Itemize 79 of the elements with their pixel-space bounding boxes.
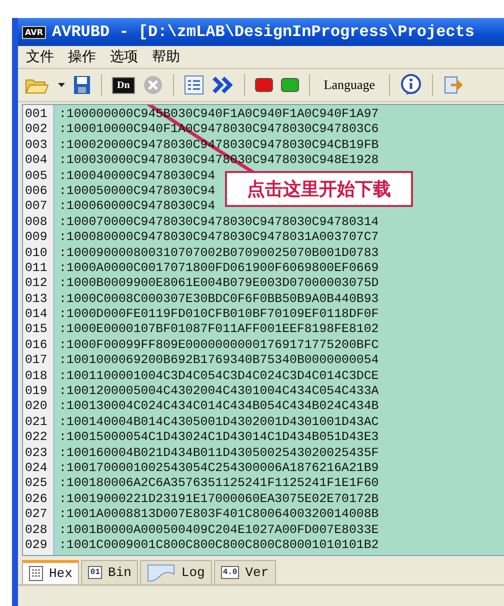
hex-line: :10019000221D23191E17000060EA3075E02E70172B bbox=[59, 492, 379, 506]
save-icon[interactable] bbox=[73, 75, 91, 95]
info-icon[interactable] bbox=[400, 74, 422, 96]
hex-line: :100140004B014C4305001D4302001D4301001D43AC bbox=[59, 414, 379, 429]
line-number: 004 bbox=[24, 153, 48, 169]
tab[interactable]: 4.0 Ver bbox=[214, 560, 276, 584]
hex-line: :100050000C9478030C94 bbox=[59, 184, 216, 198]
tab[interactable]: 01 Bin bbox=[81, 560, 138, 584]
line-number: 011 bbox=[24, 260, 48, 276]
language-button[interactable]: Language bbox=[320, 75, 380, 95]
line-number: 029 bbox=[24, 538, 48, 554]
line-number: 006 bbox=[24, 184, 48, 200]
list-icon[interactable] bbox=[184, 75, 204, 95]
hex-line: :100180006A2C6A3576351125241F1125241F1E1F60 bbox=[59, 476, 379, 490]
hex-line: :1001B0000A000500409C204E1027A00FD007E8033E bbox=[59, 522, 379, 537]
line-number: 026 bbox=[24, 492, 48, 508]
window-title: AVRUBD - [D:\zmLAB\DesignInProgress\Projects bbox=[52, 23, 474, 41]
hex-line: :1001100001004C3D4C054C3D4C024C3D4C014C3DCE bbox=[59, 368, 379, 383]
caret-icon[interactable] bbox=[58, 82, 65, 88]
line-number: 028 bbox=[24, 522, 48, 538]
line-number: 001 bbox=[24, 107, 48, 122]
menu-item[interactable]: 选项 bbox=[110, 48, 138, 66]
grid-icon bbox=[29, 566, 43, 581]
exit-icon[interactable] bbox=[443, 75, 464, 95]
line-number: 018 bbox=[24, 368, 48, 384]
hex-line: :1001200005004C4302004C4301004C434C054C433A bbox=[59, 384, 379, 398]
line-number: 014 bbox=[24, 307, 48, 322]
line-number: 008 bbox=[24, 214, 48, 230]
line-number: 005 bbox=[24, 168, 48, 184]
page-icon bbox=[147, 564, 176, 582]
color-button-icon[interactable] bbox=[254, 78, 273, 92]
hex-line: :100070000C9478030C9478030C9478030C94780314 bbox=[59, 214, 379, 229]
line-number: 013 bbox=[24, 292, 48, 308]
double-chevron-icon[interactable] bbox=[212, 76, 234, 94]
hex-line: :1000E0000107BF01087F011AFF001EEF8198FE8102 bbox=[59, 322, 379, 336]
hex-line: :1001A0008813D007E803F401C8006400320014008B bbox=[59, 507, 379, 522]
hex-line: :1000A0000C0017071800FD061900F6069800EF0669 bbox=[59, 260, 379, 275]
line-number: 019 bbox=[24, 384, 48, 400]
hex-line: :100090000800310707002B07090025070B001D0783 bbox=[59, 246, 379, 260]
line-number: 025 bbox=[24, 476, 48, 492]
hex-line: :100040000C9478030C94 bbox=[59, 168, 216, 183]
line-number: 022 bbox=[24, 430, 48, 446]
callout-text: 点击这里开始下载 bbox=[225, 171, 413, 207]
hex-line: :100160004B021D434B011D4305002543020025435F bbox=[59, 446, 379, 460]
download-button[interactable]: Dn bbox=[112, 76, 135, 94]
hex-line: :1000C0008C000307E30BDC0F6F0BB50B9A0B440B93 bbox=[59, 292, 379, 306]
line-number: 027 bbox=[24, 507, 48, 523]
hex-line: :100130004C024C434C014C434B054C434B024C434B bbox=[59, 399, 379, 414]
hex-line: :100080000C9478030C9478030C9478031A003707C7 bbox=[59, 230, 379, 244]
menu-item[interactable]: 帮助 bbox=[152, 48, 180, 66]
tab[interactable]: Hex bbox=[22, 560, 80, 584]
line-number: 024 bbox=[24, 460, 48, 476]
hex-line: :1000F00099FF809E00000000001769171775200BFC bbox=[59, 338, 379, 352]
document-icon: 01 bbox=[88, 566, 102, 579]
hex-line: :10015000054C1D43024C1D43014C1D434B051D43E3 bbox=[59, 430, 379, 444]
line-number: 012 bbox=[24, 276, 48, 292]
hex-line: :1000B0009900E8061E004B079E003D07000003075D bbox=[59, 276, 379, 290]
line-number: 002 bbox=[24, 122, 48, 138]
line-number: 015 bbox=[24, 322, 48, 338]
hex-line: :1001C0009001C800C800C800C800C80001010101B2 bbox=[59, 538, 379, 552]
line-number: 017 bbox=[24, 353, 48, 369]
line-number: 021 bbox=[24, 414, 48, 430]
line-number: 016 bbox=[24, 338, 48, 354]
app-icon: AVR bbox=[22, 26, 46, 38]
document-icon: 4.0 bbox=[220, 566, 240, 579]
line-number: 007 bbox=[24, 199, 48, 215]
line-number: 023 bbox=[24, 446, 48, 461]
line-number: 009 bbox=[24, 230, 48, 246]
menu-item[interactable]: 操作 bbox=[68, 48, 96, 66]
hex-line: :100060000C9478030C94 bbox=[59, 199, 216, 214]
hex-line: :1001000069200B692B1769340B75340B0000000054 bbox=[59, 353, 379, 368]
tab[interactable]: Log bbox=[140, 560, 212, 584]
line-number: 010 bbox=[24, 246, 48, 261]
line-number: 020 bbox=[24, 399, 48, 415]
hex-line: :1001700001002543054C254300006A1876216A21B9 bbox=[59, 460, 379, 475]
color-button-icon[interactable] bbox=[280, 78, 299, 92]
menu-item[interactable]: 文件 bbox=[26, 48, 54, 66]
line-number: 003 bbox=[24, 138, 48, 154]
hex-line: :1000D000FE0119FD010CFB010BF70109EF0118DF0F bbox=[59, 307, 379, 322]
